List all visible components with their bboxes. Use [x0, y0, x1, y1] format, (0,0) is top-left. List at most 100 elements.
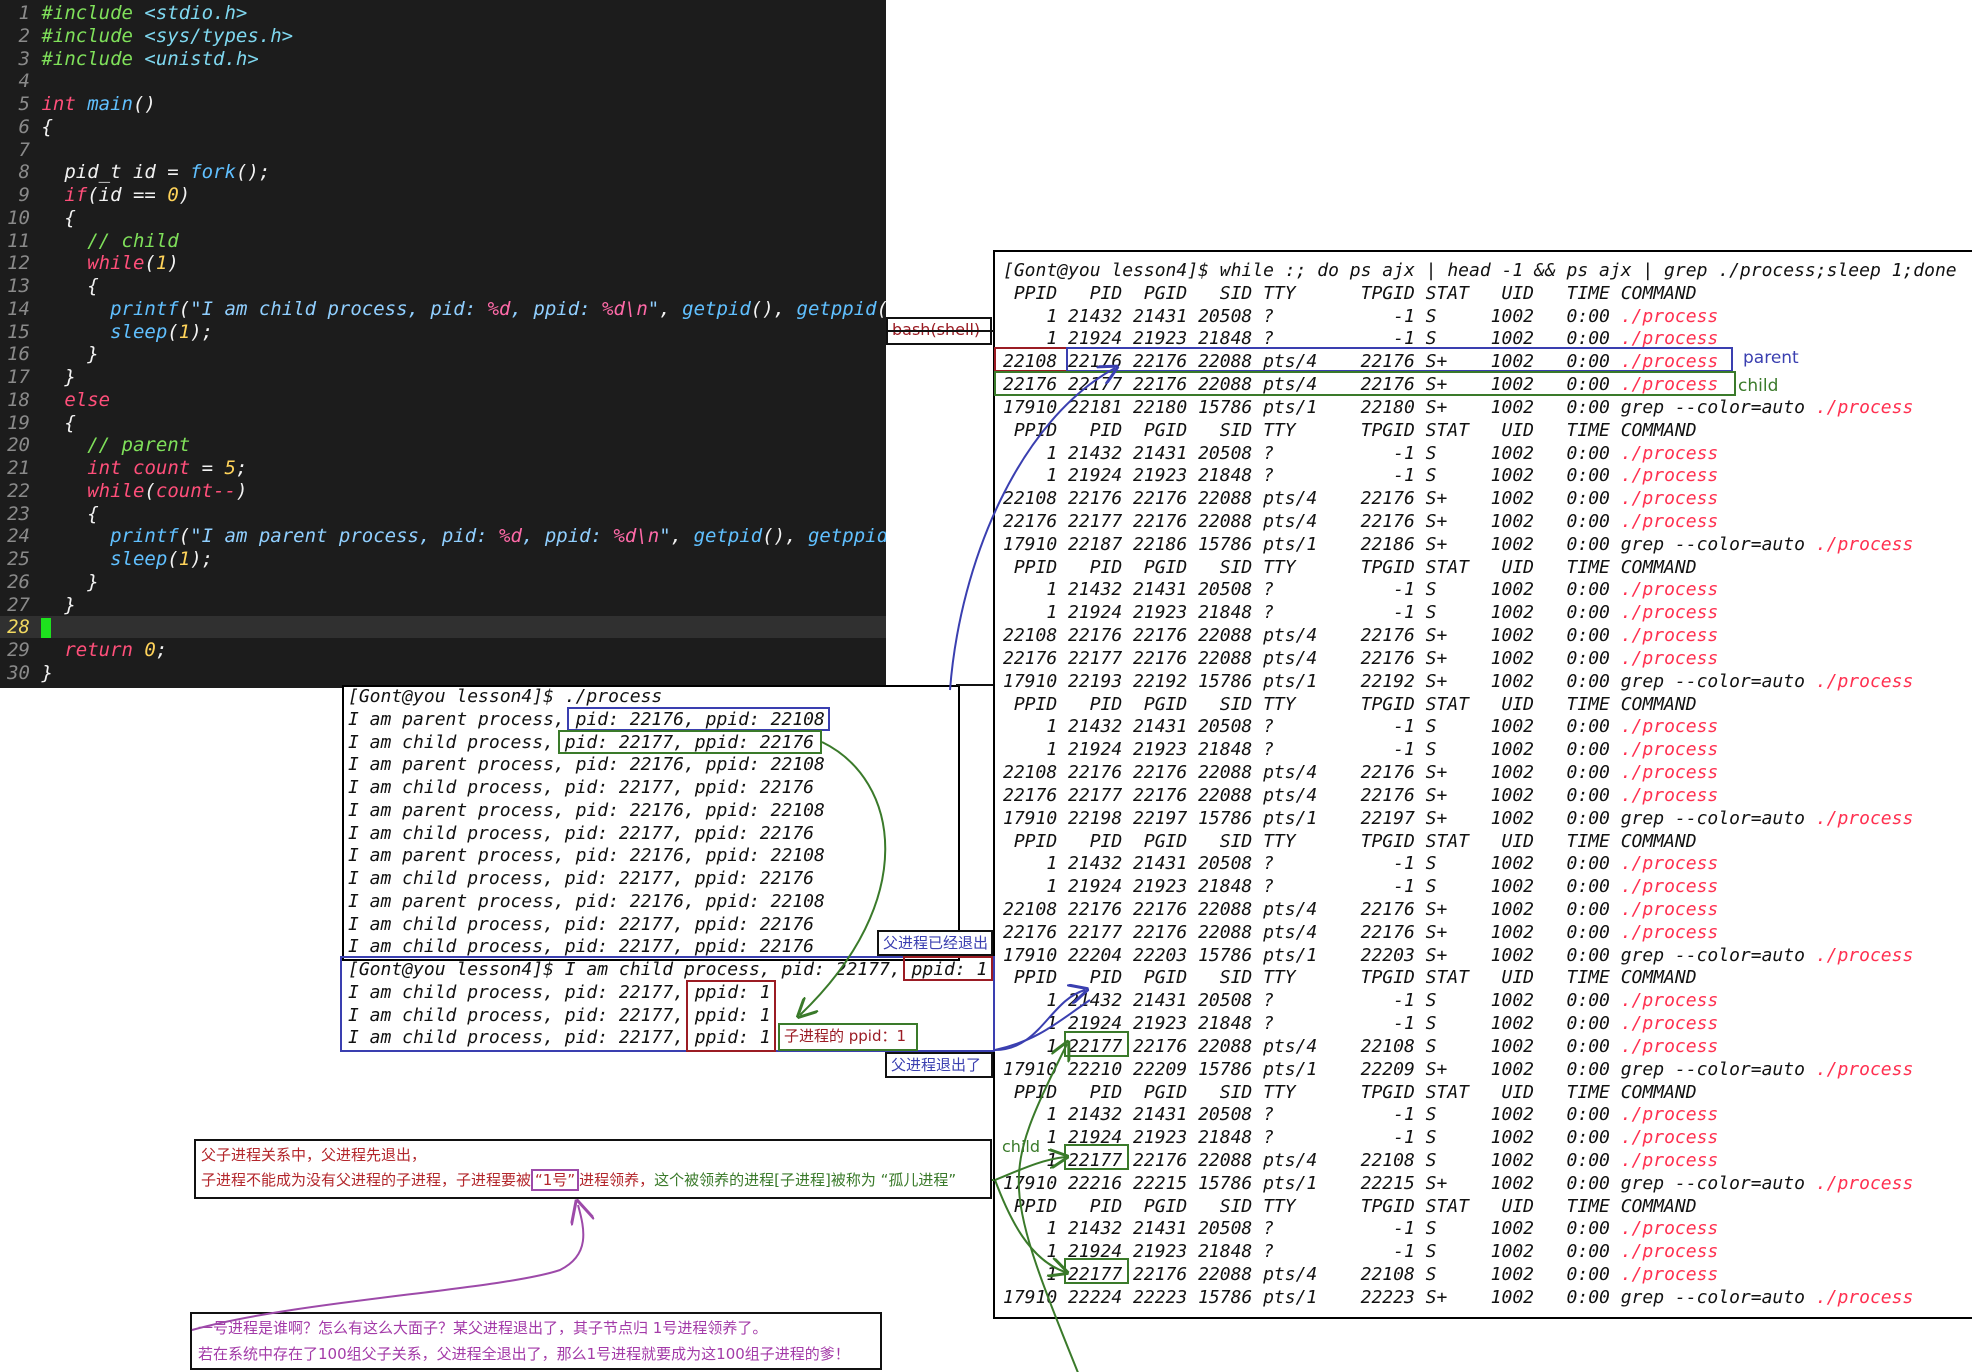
- code-line-3[interactable]: 3 #include <unistd.h>: [0, 48, 886, 70]
- ps-line: [Gont@you lesson4]$ while :; do ps ajx |…: [1003, 259, 1957, 282]
- line-number: 12: [7, 252, 30, 275]
- code-token: (id ==: [87, 184, 168, 206]
- code-line-26[interactable]: 26 }: [0, 571, 886, 593]
- ps-line-text: 17910 22210 22209 15786 pts/1 22209 S+ 1…: [1003, 1058, 1816, 1080]
- terminal-line: I am child process, pid: 22177, ppid: 22…: [348, 936, 814, 958]
- process-name: ./process: [1620, 1104, 1719, 1126]
- code-token: <unistd.h>: [144, 47, 259, 70]
- terminal-line: I am child process, pid: 22177, ppid: 22…: [348, 868, 814, 889]
- code-line-24[interactable]: 24 printf("I am parent process, pid: %d,…: [0, 525, 886, 547]
- code-editor[interactable]: 1 #include <stdio.h> 2 #include <sys/type…: [0, 0, 886, 688]
- ps-line: 22108 22176 22176 22088 pts/4 22176 S+ 1…: [1003, 898, 1718, 921]
- line-number: 22: [7, 479, 30, 502]
- code-token: pid_t id =: [41, 161, 191, 184]
- code-line-1[interactable]: 1 #include <stdio.h>: [0, 2, 886, 24]
- line-number: 2: [18, 24, 30, 47]
- ps-line: 1 21924 21923 21848 ? -1 S 1002 0:00 ./p…: [1003, 875, 1718, 898]
- process-name: ./process: [1620, 1218, 1719, 1240]
- code-line-5[interactable]: 5 int main(): [0, 93, 886, 115]
- process-name: ./process: [1620, 511, 1719, 533]
- code-line-2[interactable]: 2 #include <sys/types.h>: [0, 25, 886, 47]
- ps-line: 22176 22177 22176 22088 pts/4 22176 S+ 1…: [1003, 373, 1718, 396]
- line-number: 14: [7, 297, 30, 320]
- code-line-4[interactable]: 4: [0, 70, 886, 92]
- process-name: ./process: [1620, 876, 1719, 898]
- process-name: ./process: [1620, 1241, 1719, 1263]
- terminal-line: I am parent process, pid: 22176, ppid: 2…: [348, 845, 825, 867]
- line-number: 6: [18, 115, 30, 138]
- code-line-10[interactable]: 10 {: [0, 207, 886, 229]
- code-line-12[interactable]: 12 while(1): [0, 252, 886, 274]
- code-line-22[interactable]: 22 while(count--): [0, 480, 886, 502]
- code-token: , ppid:: [510, 297, 603, 320]
- process-name: ./process: [1620, 647, 1719, 669]
- code-token: );: [190, 320, 214, 343]
- ps-line: 1 21924 21923 21848 ? -1 S 1002 0:00 ./p…: [1003, 464, 1718, 487]
- line-number: 29: [7, 639, 30, 661]
- terminal-line: I am child process, pid: 22177, ppid: 1: [348, 1004, 771, 1026]
- line-number: 23: [7, 502, 30, 525]
- ps-line-text: 22108 22176 22176 22088 pts/4 22176 S+ 1…: [1003, 898, 1621, 920]
- code-token: {: [41, 411, 76, 434]
- ps-line-text: PPID PID PGID SID TTY TPGID STAT UID TIM…: [1003, 967, 1697, 989]
- code-line-17[interactable]: 17 }: [0, 366, 886, 388]
- code-token: );: [190, 548, 214, 570]
- process-name: ./process: [1620, 374, 1719, 396]
- code-line-6[interactable]: 6 {: [0, 116, 886, 138]
- ps-line-text: 1 21924 21923 21848 ? -1 S 1002 0:00: [1003, 739, 1621, 761]
- code-line-14[interactable]: 14 printf("I am child process, pid: %d, …: [0, 298, 886, 320]
- code-token: // parent: [41, 434, 191, 457]
- ps-line: 17910 22216 22215 15786 pts/1 22215 S+ 1…: [1003, 1172, 1913, 1195]
- code-token: 1: [155, 252, 168, 275]
- ps-line-text: 1 21432 21431 20508 ? -1 S 1002 0:00: [1003, 853, 1621, 875]
- ps-line-text: PPID PID PGID SID TTY TPGID STAT UID TIM…: [1003, 1081, 1697, 1103]
- process-name: ./process: [1620, 898, 1719, 920]
- parent-exited-label: 父进程已经退出: [877, 930, 993, 956]
- code-line-21[interactable]: 21 int count = 5;: [0, 457, 886, 479]
- ps-line-text: 17910 22198 22197 15786 pts/1 22197 S+ 1…: [1003, 807, 1816, 829]
- code-line-11[interactable]: 11 // child: [0, 230, 886, 252]
- line-number: 11: [7, 229, 30, 252]
- code-line-23[interactable]: 23 {: [0, 503, 886, 525]
- process-name: ./process: [1620, 921, 1719, 943]
- ps-line-text: PPID PID PGID SID TTY TPGID STAT UID TIM…: [1003, 1195, 1697, 1217]
- ps-line-text: 22108 22176 22176 22088 pts/4 22176 S+ 1…: [1003, 625, 1621, 647]
- child-tag-label: child: [1002, 1137, 1040, 1156]
- code-line-15[interactable]: 15 sleep(1);: [0, 321, 886, 343]
- ps-line-text: 17910 22181 22180 15786 pts/1 22180 S+ 1…: [1003, 396, 1816, 418]
- ps-line: PPID PID PGID SID TTY TPGID STAT UID TIM…: [1003, 282, 1697, 305]
- parent-label: parent: [1743, 348, 1799, 368]
- ps-line: 17910 22198 22197 15786 pts/1 22197 S+ 1…: [1003, 807, 1913, 830]
- code-line-7[interactable]: 7: [0, 139, 886, 161]
- code-line-29[interactable]: 29 return 0;: [0, 639, 886, 661]
- ps-line: 1 21924 21923 21848 ? -1 S 1002 0:00 ./p…: [1003, 327, 1718, 350]
- code-line-25[interactable]: 25 sleep(1);: [0, 548, 886, 570]
- code-line-28[interactable]: 28: [0, 616, 886, 639]
- code-line-27[interactable]: 27 }: [0, 594, 886, 616]
- code-line-30[interactable]: 30 }: [0, 662, 886, 684]
- ps-line-text: 17910 22204 22203 15786 pts/1 22203 S+ 1…: [1003, 944, 1816, 966]
- ps-line-text: 1 21924 21923 21848 ? -1 S 1002 0:00: [1003, 876, 1621, 898]
- code-token: #include: [41, 24, 145, 47]
- line-number: 21: [7, 457, 30, 479]
- bash-shell-label: bash(shell): [886, 317, 992, 345]
- code-token: ,: [670, 525, 694, 548]
- process-name: ./process: [1815, 396, 1914, 418]
- line-number: 5: [18, 93, 30, 115]
- code-token: ): [235, 479, 248, 502]
- code-line-13[interactable]: 13 {: [0, 275, 886, 297]
- code-line-19[interactable]: 19 {: [0, 412, 886, 434]
- code-token: main: [87, 93, 133, 115]
- ps-line: 1 21432 21431 20508 ? -1 S 1002 0:00 ./p…: [1003, 1103, 1718, 1126]
- code-token: }: [41, 593, 76, 616]
- code-line-16[interactable]: 16 }: [0, 343, 886, 365]
- code-line-8[interactable]: 8 pid_t id = fork();: [0, 161, 886, 183]
- ps-line-text: PPID PID PGID SID TTY TPGID STAT UID TIM…: [1003, 693, 1697, 715]
- ps-line-text: 22108 22176 22176 22088 pts/4 22176 S+ 1…: [1003, 762, 1621, 784]
- code-line-9[interactable]: 9 if(id == 0): [0, 184, 886, 206]
- code-line-18[interactable]: 18 else: [0, 389, 886, 411]
- code-line-20[interactable]: 20 // parent: [0, 434, 886, 456]
